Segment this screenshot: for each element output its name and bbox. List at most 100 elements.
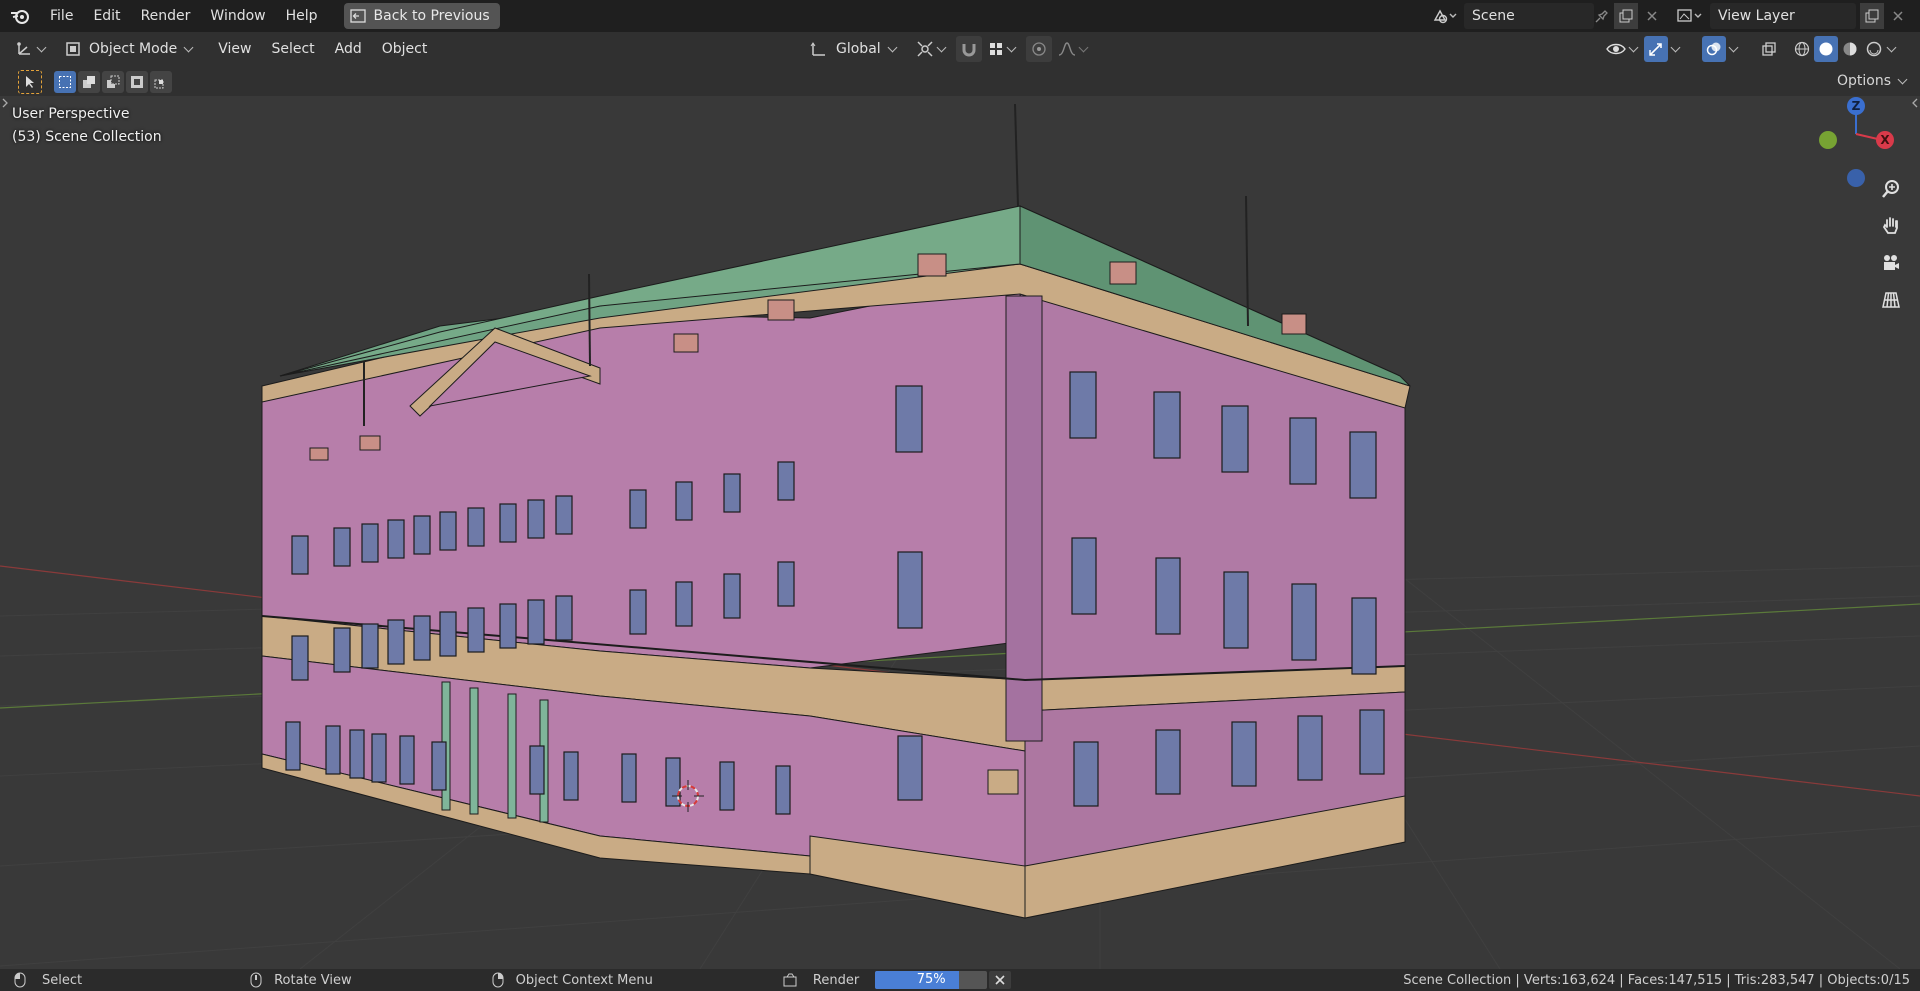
rendered-sphere-icon [1866,41,1882,57]
window [1291,583,1317,661]
gizmo-dropdown[interactable] [1666,37,1685,61]
select-intersect-button[interactable] [150,71,172,93]
view-layer-name-field[interactable]: View Layer [1710,3,1856,29]
top-bar: File Edit Render Window Help Back to Pre… [0,0,1920,32]
camera-view-button[interactable] [1876,248,1906,278]
window [467,607,485,653]
window [1071,537,1097,615]
3d-viewport[interactable]: User Perspective (53) Scene Collection Z… [0,96,1920,969]
window [333,527,351,567]
wireframe-shading-button[interactable] [1790,36,1814,62]
window [1221,405,1249,473]
status-select: Select [42,972,83,988]
editor-type-dropdown[interactable] [10,37,51,61]
gizmo-y-handle[interactable] [1819,131,1837,149]
material-sphere-icon [1843,42,1857,56]
window [1289,417,1317,485]
select-subtract-button[interactable] [102,71,124,93]
new-scene-icon[interactable] [1614,3,1638,29]
zoom-magnifier-icon [1882,180,1899,198]
shading-dropdown[interactable] [1886,37,1897,61]
menu-view[interactable]: View [208,32,261,66]
pin-icon[interactable] [1590,3,1614,29]
cancel-render-button[interactable] [989,971,1012,989]
snap-target-dropdown[interactable] [982,37,1021,61]
options-label: Options [1836,73,1891,89]
back-to-previous-button[interactable]: Back to Previous [343,3,500,29]
scene-name-field[interactable]: Scene [1464,3,1594,29]
cursor-arrow-icon [26,76,34,88]
view-layer-icon [1677,9,1702,22]
visibility-dropdown[interactable] [1600,37,1643,61]
pan-button[interactable] [1876,211,1906,241]
hand-icon [1882,217,1898,234]
overlays-dropdown[interactable] [1724,37,1743,61]
window [1231,721,1257,787]
scene-browse-button[interactable] [1428,3,1462,29]
menu-window[interactable]: Window [200,0,275,32]
delete-scene-icon[interactable] [1640,3,1664,29]
select-invert-button[interactable] [126,71,148,93]
window [431,741,447,791]
mouse-right-icon [492,972,504,988]
gizmo-x-label: X [1880,133,1890,147]
menu-add[interactable]: Add [325,32,372,66]
toolbar-expand-icon[interactable] [1,98,9,108]
gizmo-neg-z-handle[interactable] [1847,169,1865,187]
menu-file[interactable]: File [40,0,83,32]
rendered-shading-button[interactable] [1862,36,1886,62]
scene-icon [1433,9,1457,24]
select-new-button[interactable] [54,71,76,93]
object-mode-icon [66,42,80,56]
material-shading-button[interactable] [1838,36,1862,62]
window [1073,741,1099,807]
mouse-middle-icon [250,972,262,988]
transform-orientation-dropdown[interactable]: Global [804,37,902,61]
falloff-curve-icon [1058,42,1076,56]
snap-toggle[interactable] [956,36,982,62]
window [439,511,457,551]
window [291,635,309,681]
window [527,499,545,539]
window [629,589,647,635]
window [723,473,741,513]
back-label: Back to Previous [373,8,490,24]
window [1359,709,1385,775]
window [333,627,351,673]
toggle-perspective-button[interactable] [1876,285,1906,315]
menu-render[interactable]: Render [131,0,201,32]
mode-dropdown[interactable]: Object Mode [59,37,198,61]
blender-logo-icon[interactable] [0,0,40,32]
zoom-button[interactable] [1876,174,1906,204]
gizmo-arrows-icon [1649,43,1662,56]
proportional-edit-toggle[interactable] [1026,36,1052,62]
window [719,761,735,811]
window [675,581,693,627]
axes-icon [17,42,30,55]
select-new-icon [59,76,71,88]
window [1155,557,1181,635]
window [387,619,405,665]
overlays-toggle[interactable] [1702,36,1726,62]
solid-shading-button[interactable] [1814,36,1838,62]
window [527,599,545,645]
options-dropdown[interactable]: Options [1830,69,1912,93]
menu-object[interactable]: Object [372,32,438,66]
selection-mode-group [54,71,174,93]
proportional-falloff-dropdown[interactable] [1052,37,1093,61]
delete-view-layer-icon[interactable] [1886,3,1910,29]
menu-select[interactable]: Select [261,32,324,66]
select-extend-button[interactable] [78,71,100,93]
render-job-icon [783,973,797,987]
pivot-point-dropdown[interactable] [910,37,951,61]
menu-help[interactable]: Help [276,0,328,32]
select-tool-button[interactable] [18,70,42,94]
new-view-layer-icon[interactable] [1860,3,1884,29]
xray-toggle[interactable] [1756,36,1782,62]
menu-edit[interactable]: Edit [83,0,130,32]
window [325,725,341,775]
gizmo-toggle[interactable] [1644,36,1668,62]
window [361,623,379,669]
view-layer-browse-button[interactable] [1672,3,1708,29]
navigation-gizmo[interactable]: Z X [1814,96,1914,188]
